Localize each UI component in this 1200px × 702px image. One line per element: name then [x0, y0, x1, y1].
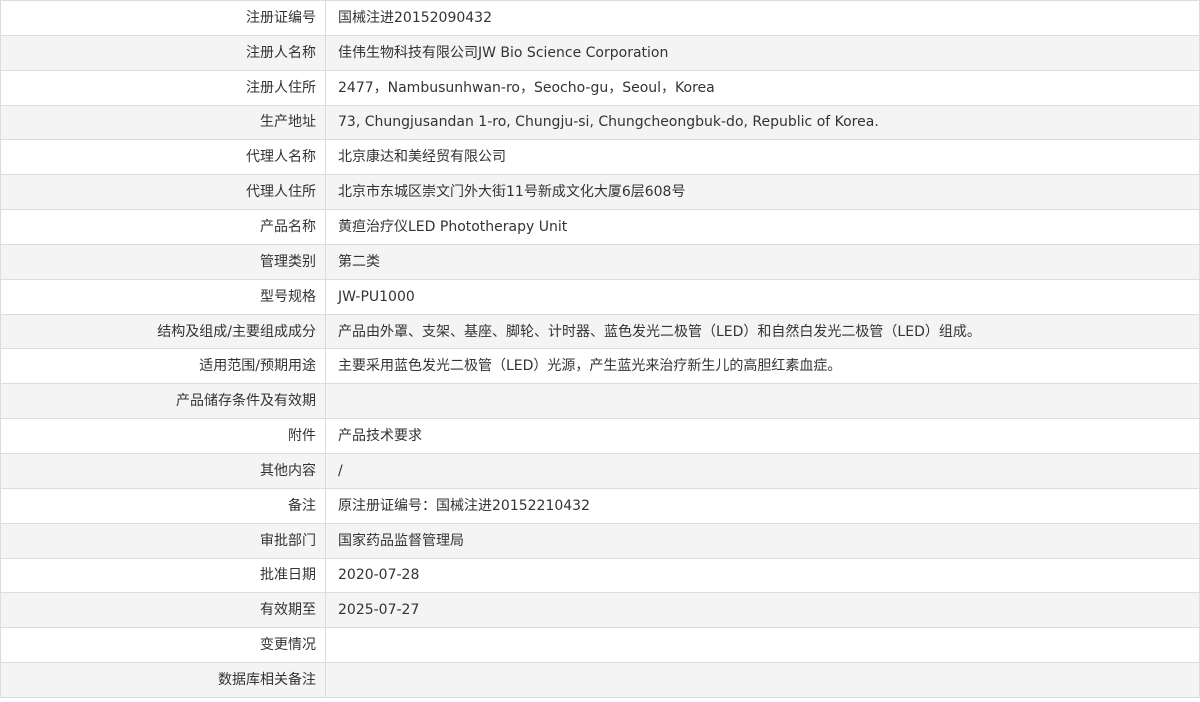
row-label: 数据库相关备注	[0, 662, 326, 698]
row-label: 注册人名称	[0, 34, 326, 71]
registration-detail-table: 注册证编号 国械注进20152090432 注册人名称 佳伟生物科技有限公司JW…	[0, 0, 1200, 698]
row-value: 73, Chungjusandan 1-ro, Chungju-si, Chun…	[325, 104, 1200, 141]
row-production-address: 生产地址 73, Chungjusandan 1-ro, Chungju-si,…	[0, 104, 1200, 141]
row-agent-name: 代理人名称 北京康达和美经贸有限公司	[0, 139, 1200, 176]
row-label: 备注	[0, 487, 326, 524]
row-label: 代理人住所	[0, 174, 326, 211]
row-label: 变更情况	[0, 627, 326, 664]
row-value: 佳伟生物科技有限公司JW Bio Science Corporation	[325, 34, 1200, 71]
row-other-content: 其他内容 /	[0, 452, 1200, 489]
row-remarks: 备注 原注册证编号：国械注进20152210432	[0, 487, 1200, 524]
row-value: 国械注进20152090432	[325, 0, 1200, 36]
row-label: 附件	[0, 418, 326, 454]
row-label: 适用范围/预期用途	[0, 348, 326, 385]
row-management-category: 管理类别 第二类	[0, 243, 1200, 280]
row-value: 原注册证编号：国械注进20152210432	[325, 487, 1200, 524]
row-value: 产品技术要求	[325, 418, 1200, 454]
row-label: 注册证编号	[0, 0, 326, 36]
row-storage-validity: 产品储存条件及有效期	[0, 383, 1200, 420]
row-label: 产品储存条件及有效期	[0, 383, 326, 420]
row-registrant-address: 注册人住所 2477，Nambusunhwan-ro，Seocho-gu，Seo…	[0, 69, 1200, 106]
row-attachment: 附件 产品技术要求	[0, 418, 1200, 454]
row-label: 批准日期	[0, 557, 326, 594]
row-value	[325, 383, 1200, 420]
row-valid-until: 有效期至 2025-07-27	[0, 592, 1200, 629]
row-label: 有效期至	[0, 592, 326, 629]
row-product-name: 产品名称 黄疸治疗仪LED Phototherapy Unit	[0, 209, 1200, 245]
row-value: 北京市东城区崇文门外大街11号新成文化大厦6层608号	[325, 174, 1200, 211]
row-label: 产品名称	[0, 209, 326, 245]
row-label: 代理人名称	[0, 139, 326, 176]
row-label: 其他内容	[0, 452, 326, 489]
row-value: /	[325, 452, 1200, 489]
row-model-spec: 型号规格 JW-PU1000	[0, 278, 1200, 315]
row-value: 2025-07-27	[325, 592, 1200, 629]
row-value: JW-PU1000	[325, 278, 1200, 315]
row-label: 审批部门	[0, 522, 326, 559]
row-registrant-name: 注册人名称 佳伟生物科技有限公司JW Bio Science Corporati…	[0, 34, 1200, 71]
row-approval-date: 批准日期 2020-07-28	[0, 557, 1200, 594]
row-label: 生产地址	[0, 104, 326, 141]
row-database-remarks: 数据库相关备注	[0, 662, 1200, 698]
row-value: 2020-07-28	[325, 557, 1200, 594]
row-value: 第二类	[325, 243, 1200, 280]
row-value: 产品由外罩、支架、基座、脚轮、计时器、蓝色发光二极管（LED）和自然白发光二极管…	[325, 313, 1200, 350]
row-structure-composition: 结构及组成/主要组成成分 产品由外罩、支架、基座、脚轮、计时器、蓝色发光二极管（…	[0, 313, 1200, 350]
row-label: 型号规格	[0, 278, 326, 315]
row-intended-use: 适用范围/预期用途 主要采用蓝色发光二极管（LED）光源，产生蓝光来治疗新生儿的…	[0, 348, 1200, 385]
row-value	[325, 662, 1200, 698]
row-value: 主要采用蓝色发光二极管（LED）光源，产生蓝光来治疗新生儿的高胆红素血症。	[325, 348, 1200, 385]
row-change-status: 变更情况	[0, 627, 1200, 664]
row-registration-number: 注册证编号 国械注进20152090432	[0, 0, 1200, 36]
row-value: 国家药品监督管理局	[325, 522, 1200, 559]
row-label: 结构及组成/主要组成成分	[0, 313, 326, 350]
row-value: 北京康达和美经贸有限公司	[325, 139, 1200, 176]
row-agent-address: 代理人住所 北京市东城区崇文门外大街11号新成文化大厦6层608号	[0, 174, 1200, 211]
row-value: 2477，Nambusunhwan-ro，Seocho-gu，Seoul，Kor…	[325, 69, 1200, 106]
row-value: 黄疸治疗仪LED Phototherapy Unit	[325, 209, 1200, 245]
row-label: 管理类别	[0, 243, 326, 280]
row-approval-department: 审批部门 国家药品监督管理局	[0, 522, 1200, 559]
row-label: 注册人住所	[0, 69, 326, 106]
row-value	[325, 627, 1200, 664]
